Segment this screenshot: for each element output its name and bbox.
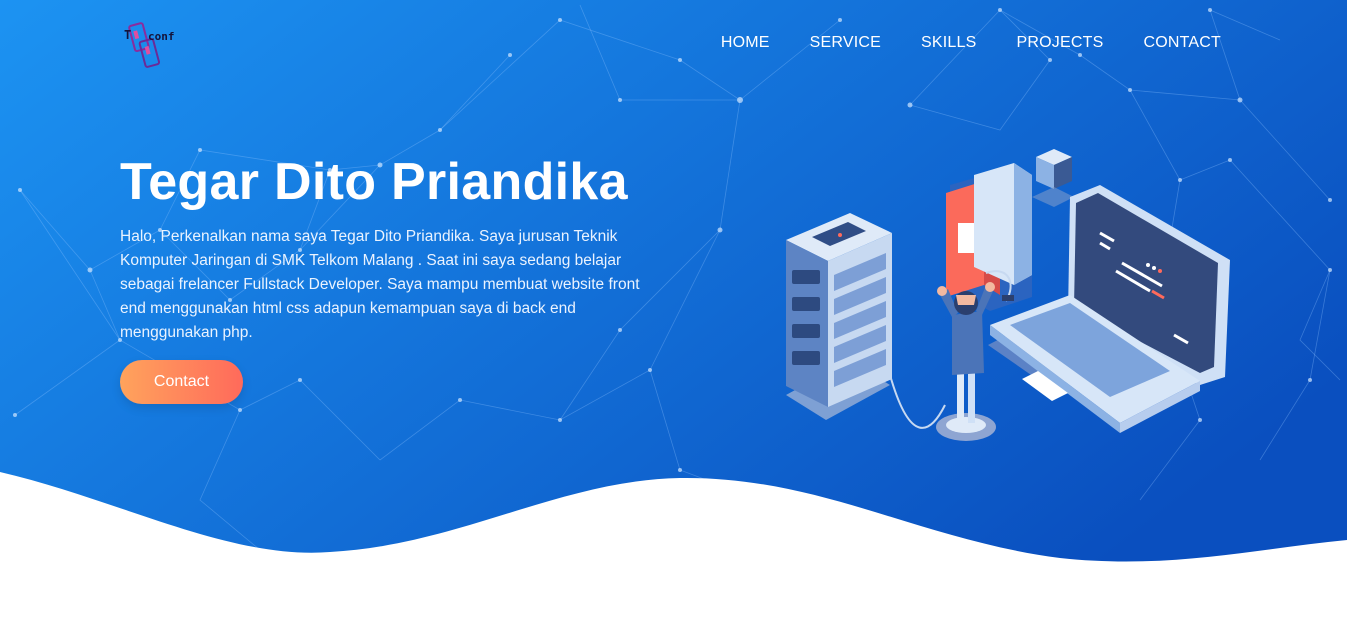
hero-section: T conf HOME SERVICE SKILLS PROJECTS CONT… bbox=[0, 0, 1347, 625]
logo-letter: T bbox=[124, 28, 132, 42]
nav-skills[interactable]: SKILLS bbox=[921, 33, 976, 53]
server-laptop-developer-illustration bbox=[786, 149, 1230, 441]
hero-description: Halo, Perkenalkan nama saya Tegar Dito P… bbox=[120, 228, 640, 341]
main-nav: HOME SERVICE SKILLS PROJECTS CONTACT bbox=[721, 33, 1221, 53]
nav-projects[interactable]: PROJECTS bbox=[1017, 33, 1104, 53]
nav-contact[interactable]: CONTACT bbox=[1143, 33, 1221, 53]
contact-button[interactable]: Contact bbox=[120, 360, 243, 404]
hero-title: Tegar Dito Priandika bbox=[120, 153, 628, 211]
logo-text: conf bbox=[148, 30, 175, 43]
nav-service[interactable]: SERVICE bbox=[810, 33, 881, 53]
nav-home[interactable]: HOME bbox=[721, 33, 770, 53]
logo-icon[interactable] bbox=[120, 18, 180, 70]
